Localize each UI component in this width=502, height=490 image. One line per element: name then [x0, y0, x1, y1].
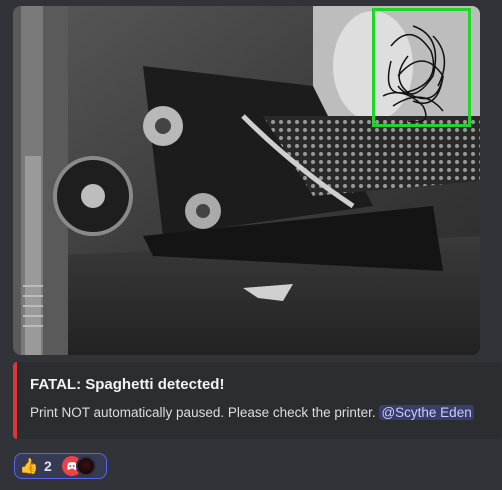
- embed-title: FATAL: Spaghetti detected!: [30, 376, 225, 393]
- user-mention[interactable]: @Scythe Eden: [379, 405, 474, 420]
- reaction-count: 2: [44, 458, 52, 474]
- user-avatar-icon: [75, 456, 96, 476]
- camera-snapshot[interactable]: [13, 6, 480, 355]
- spaghetti-detection-box: [372, 8, 471, 127]
- bot-message: FATAL: Spaghetti detected! Print NOT aut…: [0, 0, 502, 490]
- embed-description: Print NOT automatically paused. Please c…: [30, 404, 488, 422]
- alert-embed: FATAL: Spaghetti detected! Print NOT aut…: [13, 362, 502, 439]
- thumbs-up-icon: 👍: [19, 457, 39, 475]
- reaction-thumbs-up[interactable]: 👍 2: [14, 453, 107, 479]
- reactor-avatars: [61, 456, 104, 476]
- embed-description-text: Print NOT automatically paused. Please c…: [30, 405, 376, 420]
